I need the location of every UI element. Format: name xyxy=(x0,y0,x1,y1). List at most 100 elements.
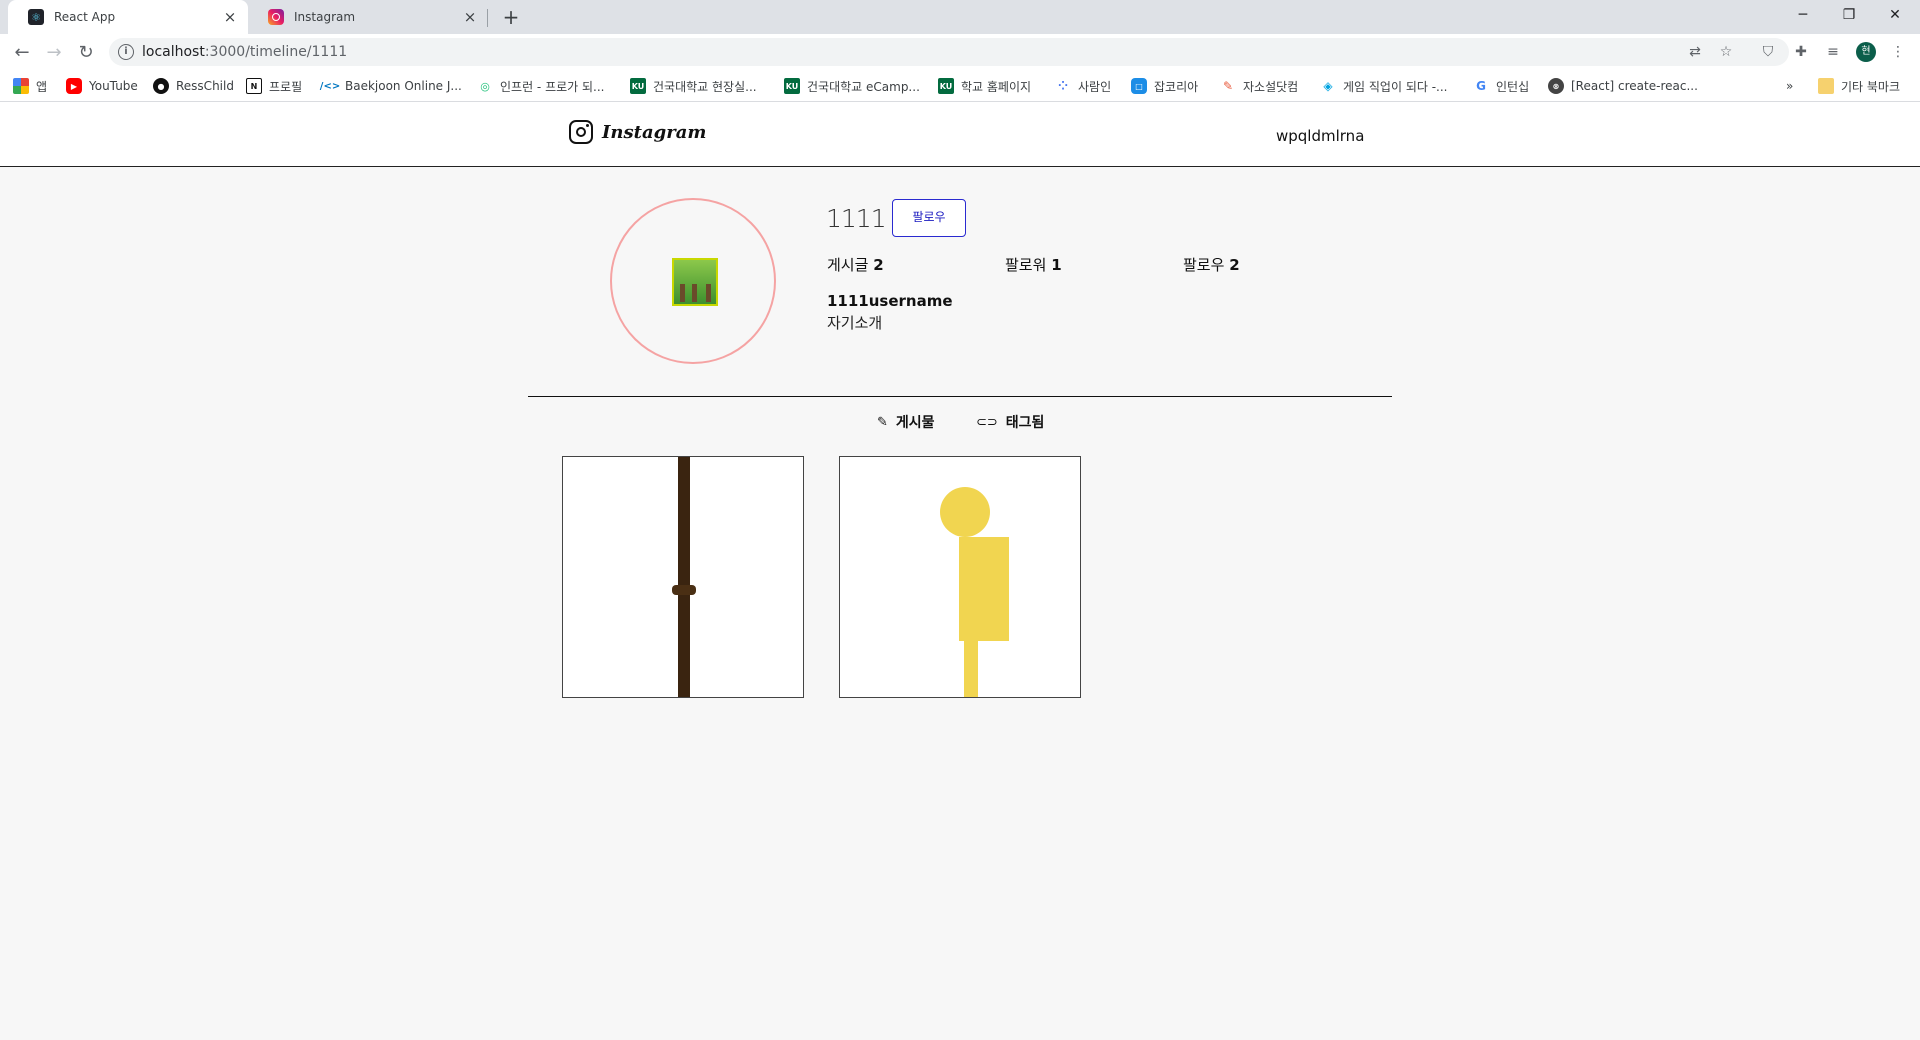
post-thumbnail[interactable] xyxy=(562,456,804,698)
ku-icon: KU xyxy=(938,78,954,94)
logo-text: Instagram xyxy=(602,121,707,143)
bookmark-game-job[interactable]: ◈ 게임 직업이 되다 -... xyxy=(1320,77,1448,95)
bookmark-label: RessChild xyxy=(176,79,234,93)
inflearn-icon: ◎ xyxy=(480,79,490,93)
close-window-button[interactable]: ✕ xyxy=(1872,0,1918,30)
bookmark-ku-ecampus[interactable]: KU 건국대학교 eCamp... xyxy=(784,77,920,95)
bookmark-label: 인프런 - 프로가 되... xyxy=(500,79,605,94)
url-text[interactable]: localhost:3000/timeline/1111 xyxy=(142,44,347,60)
bookmark-profile[interactable]: N 프로필 xyxy=(246,77,302,95)
bookmark-jobkorea[interactable]: □ 잡코리아 xyxy=(1131,77,1198,95)
url-host: localhost xyxy=(142,44,205,60)
url-path: :3000/timeline/1111 xyxy=(204,44,348,60)
bookmark-school-home[interactable]: KU 학교 홈페이지 xyxy=(938,77,1031,95)
post-image-pole xyxy=(678,457,690,697)
stat-followers[interactable]: 팔로워 1 xyxy=(1005,254,1062,275)
tab-instagram[interactable]: Instagram × xyxy=(248,0,488,34)
tree-trunk xyxy=(692,284,697,302)
post-thumbnail[interactable] xyxy=(839,456,1081,698)
menu-icon[interactable]: ⋮ xyxy=(1888,42,1908,62)
browser-tabstrip: ⚛ React App × Instagram × + ─ ❐ ✕ xyxy=(0,0,1920,34)
shield-icon[interactable]: ⛉ xyxy=(1758,42,1778,62)
bookmark-label: 게임 직업이 되다 -... xyxy=(1343,79,1448,94)
tab-react-app[interactable]: ⚛ React App × xyxy=(8,0,248,34)
close-icon[interactable]: × xyxy=(222,9,238,25)
bookmark-label: 기타 북마크 xyxy=(1841,79,1901,94)
notion-icon: N xyxy=(246,78,262,94)
profile-avatar[interactable] xyxy=(610,198,776,364)
restore-button[interactable]: ❐ xyxy=(1826,0,1872,30)
stat-label: 게시글 xyxy=(827,256,869,274)
more-bookmarks-label: » xyxy=(1786,79,1794,93)
more-bookmarks-button[interactable]: » xyxy=(1786,77,1793,95)
media-queue-icon[interactable]: ≡ xyxy=(1823,42,1843,62)
tab-separator xyxy=(487,9,488,27)
tag-icon: ⊂⊃ xyxy=(976,414,998,430)
post-image-knot xyxy=(672,585,696,595)
translate-icon[interactable]: ⇄ xyxy=(1686,43,1704,61)
bookmark-label: Baekjoon Online J... xyxy=(345,79,462,93)
reload-button[interactable]: ↻ xyxy=(72,38,100,66)
stat-label: 팔로워 xyxy=(1005,256,1047,274)
stat-value: 2 xyxy=(1229,256,1240,274)
profile-id: 1111 xyxy=(826,204,887,233)
google-icon: G xyxy=(1476,79,1486,93)
back-button[interactable]: ← xyxy=(8,38,36,66)
bookmark-label: YouTube xyxy=(89,79,138,93)
avatar-image xyxy=(672,258,718,306)
bookmark-label: 앱 xyxy=(36,79,48,94)
youtube-icon: ▶ xyxy=(66,78,82,94)
avatar[interactable]: 현 xyxy=(1856,42,1876,62)
ku-icon: KU xyxy=(784,78,800,94)
instagram-logo[interactable]: Instagram xyxy=(569,120,706,144)
info-icon[interactable]: i xyxy=(118,44,134,60)
instagram-icon xyxy=(569,120,593,144)
tab-title: Instagram xyxy=(294,10,356,24)
bookmark-label: 학교 홈페이지 xyxy=(961,79,1032,94)
close-icon[interactable]: × xyxy=(462,9,478,25)
bookmark-jasoseol[interactable]: ✎ 자소설닷컴 xyxy=(1220,77,1298,95)
bookmarks-bar: 앱 ▶ YouTube ● RessChild N 프로필 /<> Baekjo… xyxy=(0,70,1920,102)
stat-following[interactable]: 팔로우 2 xyxy=(1183,254,1240,275)
section-divider xyxy=(528,396,1392,397)
bookmark-label: 프로필 xyxy=(269,79,303,94)
post-image-figure-head xyxy=(940,487,990,537)
star-icon[interactable]: ☆ xyxy=(1717,43,1735,61)
minimize-button[interactable]: ─ xyxy=(1780,0,1826,30)
tab-posts[interactable]: ✎ 게시물 xyxy=(877,412,935,432)
bookmark-apps[interactable]: 앱 xyxy=(13,77,47,95)
tab-title: React App xyxy=(54,10,116,24)
browser-toolbar: ← → ↻ i localhost:3000/timeline/1111 ⇄ ☆… xyxy=(0,34,1920,70)
saramin-icon: ⁘ xyxy=(1057,79,1069,93)
bookmark-label: 사람인 xyxy=(1078,79,1112,94)
pen-icon: ✎ xyxy=(1222,79,1234,93)
address-bar[interactable]: i localhost:3000/timeline/1111 ⇄ ☆ xyxy=(109,38,1789,66)
bookmark-youtube[interactable]: ▶ YouTube xyxy=(66,77,138,95)
folder-icon xyxy=(1818,78,1834,94)
bookmark-internship[interactable]: G 인턴십 xyxy=(1473,77,1529,95)
new-tab-button[interactable]: + xyxy=(498,4,524,30)
app-header: Instagram wpqldmlrna xyxy=(0,102,1920,167)
bookmark-inflearn[interactable]: ◎ 인프런 - 프로가 되... xyxy=(477,77,605,95)
tree-trunk xyxy=(706,284,711,302)
tab-tagged[interactable]: ⊂⊃ 태그됨 xyxy=(976,412,1044,432)
bookmark-baekjoon[interactable]: /<> Baekjoon Online J... xyxy=(319,77,462,95)
code-icon: /<> xyxy=(319,80,341,92)
stat-value: 2 xyxy=(873,256,884,274)
bookmark-label: 자소설닷컴 xyxy=(1243,79,1299,94)
bookmark-ku-field[interactable]: KU 건국대학교 현장실... xyxy=(630,77,757,95)
bookmark-resschild[interactable]: ● RessChild xyxy=(153,77,234,95)
forward-button[interactable]: → xyxy=(40,38,68,66)
follow-button[interactable]: 팔로우 xyxy=(892,199,966,237)
other-bookmarks-folder[interactable]: 기타 북마크 xyxy=(1818,77,1900,95)
bookmark-react-cra[interactable]: ⊗ [React] create-reac... xyxy=(1548,77,1698,95)
post-image-figure-leg xyxy=(964,641,978,697)
extensions-icon[interactable]: ✚ xyxy=(1791,42,1811,62)
stat-posts[interactable]: 게시글 2 xyxy=(827,254,884,275)
bookmark-saramin[interactable]: ⁘ 사람인 xyxy=(1055,77,1111,95)
tree-trunk xyxy=(680,284,685,302)
game-icon: ◈ xyxy=(1323,79,1333,93)
profile-username: 1111username xyxy=(827,292,953,310)
react-icon: ⚛ xyxy=(28,9,44,25)
header-username[interactable]: wpqldmlrna xyxy=(1276,127,1364,145)
